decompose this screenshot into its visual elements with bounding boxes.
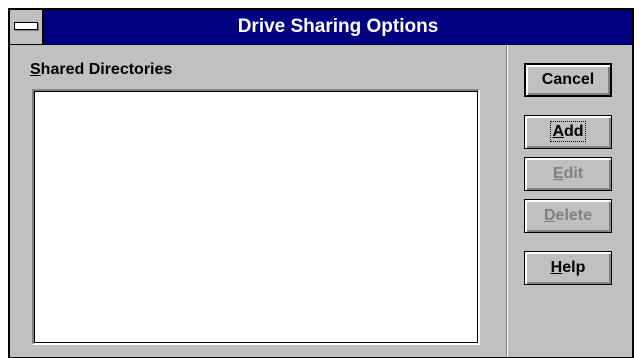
- dialog-title: Drive Sharing Options: [237, 16, 439, 37]
- delete-button[interactable]: Delete: [524, 199, 612, 233]
- title-bar[interactable]: Drive Sharing Options: [10, 10, 632, 44]
- help-button-label: Help: [551, 259, 586, 276]
- cancel-button-label: Cancel: [541, 71, 595, 88]
- shared-directories-label-mnemonic: S: [30, 61, 41, 78]
- system-menu-icon: [14, 22, 38, 30]
- help-button-text: elp: [562, 259, 586, 276]
- shared-directories-label: Shared Directories: [30, 61, 172, 79]
- add-button[interactable]: Add: [524, 115, 612, 149]
- add-button-label: Add: [550, 121, 586, 142]
- cancel-button[interactable]: Cancel: [524, 63, 612, 97]
- add-button-text: dd: [564, 123, 584, 140]
- help-button-mnemonic: H: [550, 259, 563, 276]
- delete-button-label: Delete: [544, 207, 592, 224]
- dialog-window: Drive Sharing Options Shared Directories…: [8, 8, 634, 358]
- dialog-client-area: Shared Directories Cancel Add Edit Delet…: [10, 44, 632, 357]
- button-panel-separator: [506, 45, 508, 357]
- system-menu-button[interactable]: [10, 10, 44, 44]
- delete-button-mnemonic: D: [543, 207, 556, 224]
- shared-directories-label-text: hared Directories: [40, 61, 173, 78]
- delete-button-text: elete: [555, 207, 593, 224]
- add-button-mnemonic: A: [552, 123, 564, 140]
- edit-button-text: dit: [563, 165, 584, 182]
- edit-button-label: Edit: [553, 165, 583, 182]
- edit-button[interactable]: Edit: [524, 157, 612, 191]
- edit-button-mnemonic: E: [552, 165, 564, 182]
- shared-directories-list[interactable]: [32, 89, 480, 345]
- help-button[interactable]: Help: [524, 251, 612, 285]
